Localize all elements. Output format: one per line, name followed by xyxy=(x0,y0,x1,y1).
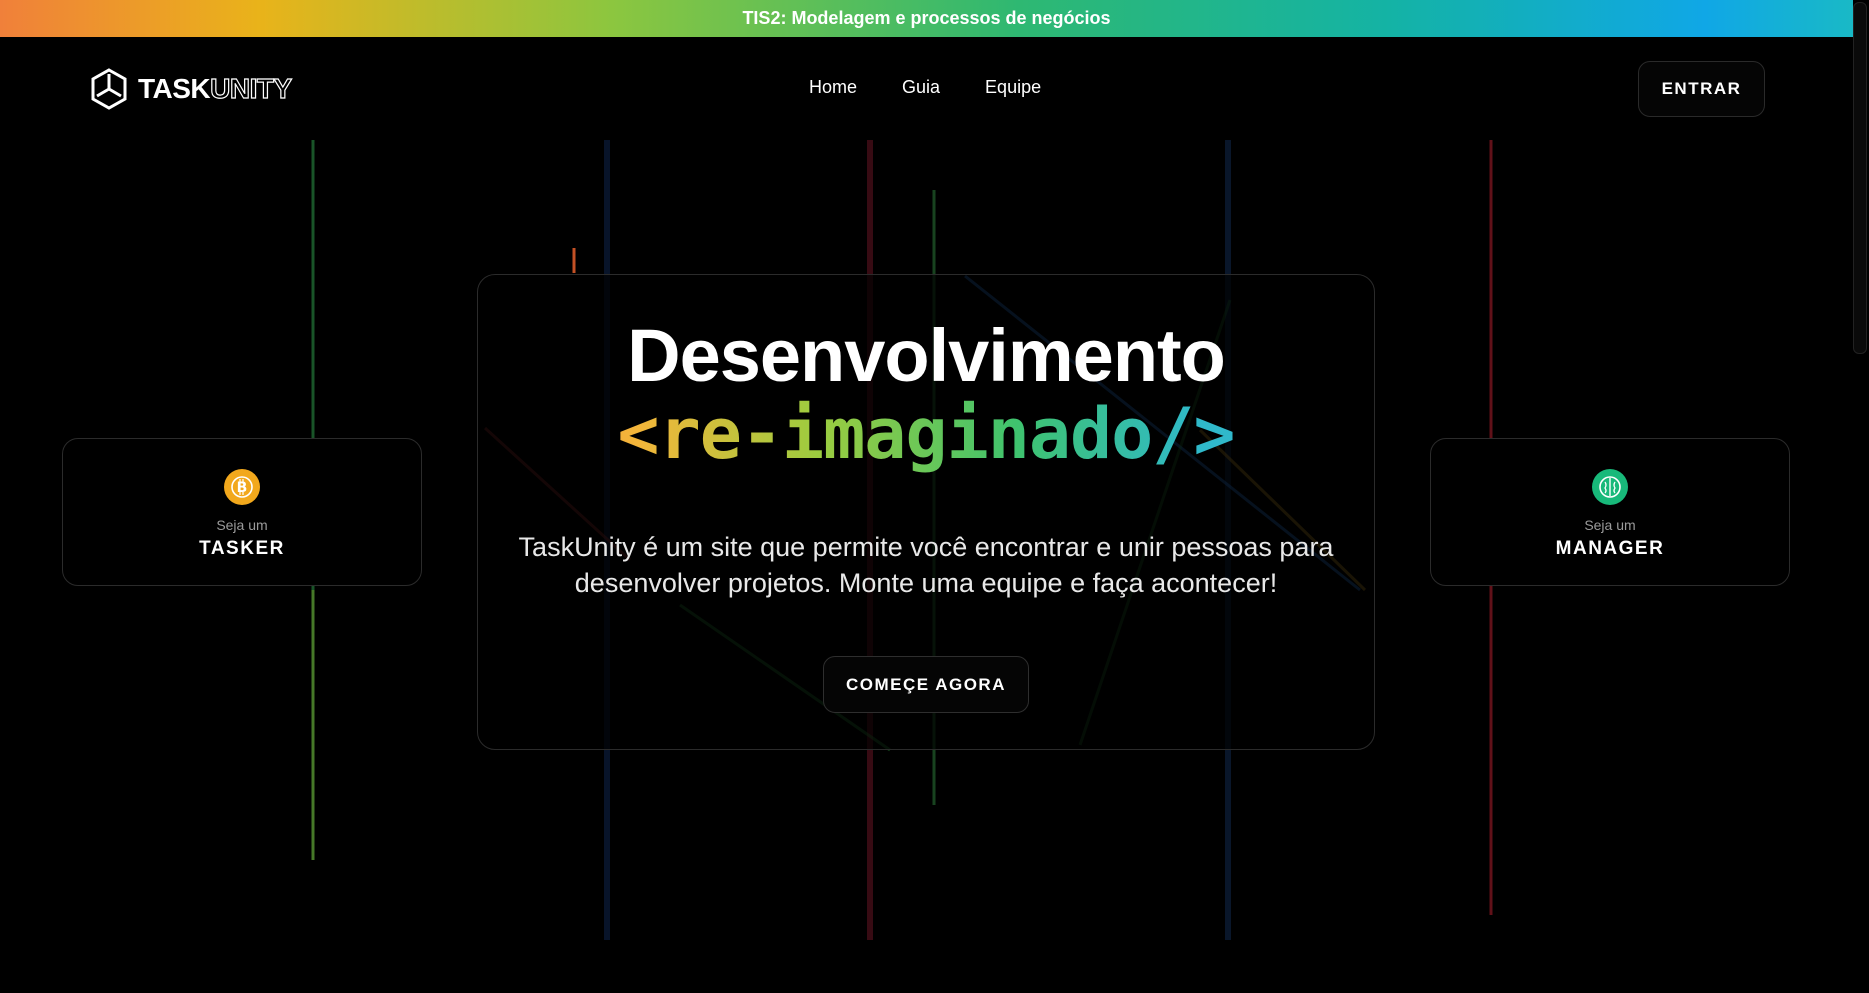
svg-text:B: B xyxy=(237,480,248,496)
site-header: TASKUNITY Home Guia Equipe ENTRAR xyxy=(0,37,1853,141)
hero-card: Desenvolvimento <re-imaginado/> TaskUnit… xyxy=(477,274,1375,750)
tasker-title: TASKER xyxy=(199,538,285,559)
nav-guia[interactable]: Guia xyxy=(902,77,940,98)
scrollbar-thumb[interactable] xyxy=(1853,2,1867,354)
manager-card[interactable]: Seja um MANAGER xyxy=(1430,438,1790,586)
logo[interactable]: TASKUNITY xyxy=(90,68,293,110)
manager-subtitle: Seja um xyxy=(1584,517,1636,533)
tasker-card[interactable]: B Seja um TASKER xyxy=(62,438,422,586)
hexagon-logo-icon xyxy=(91,68,127,110)
start-now-button[interactable]: COMEÇE AGORA xyxy=(823,656,1029,713)
hero-code-line: <re-imaginado/> xyxy=(478,393,1374,475)
top-banner: TIS2: Modelagem e processos de negócios xyxy=(0,0,1853,37)
banner-text: TIS2: Modelagem e processos de negócios xyxy=(742,8,1111,28)
bitcoin-icon: B xyxy=(224,469,260,505)
nav-equipe[interactable]: Equipe xyxy=(985,77,1041,98)
logo-text-unity: UNITY xyxy=(210,72,293,104)
hero-description: TaskUnity é um site que permite você enc… xyxy=(518,532,1334,598)
brain-icon xyxy=(1592,469,1628,505)
logo-text-task: TASK xyxy=(138,73,211,104)
nav-home[interactable]: Home xyxy=(809,77,857,98)
manager-title: MANAGER xyxy=(1555,538,1665,559)
login-button[interactable]: ENTRAR xyxy=(1638,61,1765,117)
tasker-subtitle: Seja um xyxy=(216,517,268,533)
hero-title: Desenvolvimento xyxy=(627,314,1226,397)
scrollbar[interactable] xyxy=(1853,0,1869,993)
logo-text: TASKUNITY xyxy=(138,72,293,105)
main-nav: Home Guia Equipe xyxy=(809,77,1041,98)
